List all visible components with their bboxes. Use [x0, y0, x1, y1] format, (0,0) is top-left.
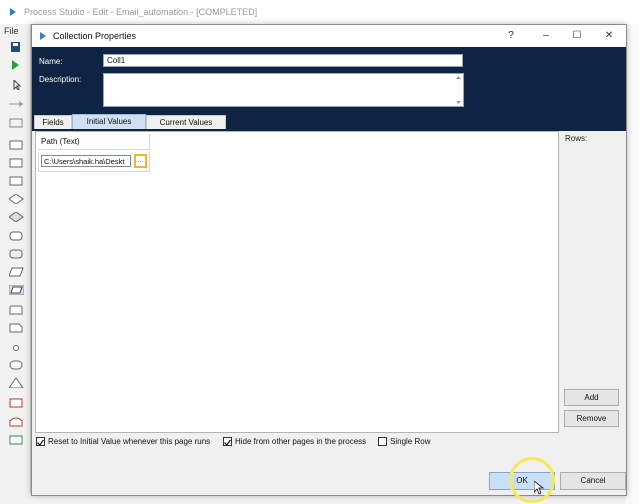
description-input[interactable] — [103, 73, 464, 107]
app-titlebar: Process Studio - Edit - Email_automation… — [0, 0, 639, 25]
blueprism-logo-icon — [10, 8, 16, 16]
dialog-title: Collection Properties — [53, 31, 137, 41]
alert-tool-icon[interactable] — [9, 378, 24, 388]
note-tool-icon[interactable] — [9, 323, 24, 333]
column-header-path[interactable]: Path (Text) — [38, 134, 150, 150]
calculation-tool-icon[interactable] — [9, 231, 24, 241]
maximize-button[interactable]: ☐ — [566, 28, 588, 44]
multi-calc-tool-icon[interactable] — [9, 249, 24, 259]
loop-tool-icon[interactable] — [9, 305, 24, 315]
app-title: Process Studio - Edit - Email_automation… — [24, 7, 258, 17]
file-menu[interactable]: File — [4, 26, 19, 36]
process-toolbox — [0, 24, 31, 504]
pointer-tool-icon[interactable] — [9, 80, 24, 90]
block-tool-icon[interactable] — [9, 118, 24, 128]
hide-from-other-pages-checkbox[interactable] — [223, 437, 232, 446]
cancel-button[interactable]: Cancel — [560, 472, 626, 490]
data-item-tool-icon[interactable] — [9, 267, 24, 277]
tab-fields[interactable]: Fields — [34, 115, 72, 129]
ok-button[interactable]: OK — [489, 472, 555, 490]
description-scrollbar[interactable] — [455, 75, 462, 105]
hide-from-other-pages-option[interactable]: Hide from other pages in the process — [223, 436, 373, 448]
tab-initial-values[interactable]: Initial Values — [72, 114, 146, 129]
description-label: Description: — [39, 75, 82, 84]
single-row-label: Single Row — [390, 437, 431, 446]
tab-current-values[interactable]: Current Values — [146, 115, 226, 129]
link-tool-icon[interactable] — [9, 99, 24, 109]
reset-initial-value-label: Reset to Initial Value whenever this pag… — [48, 437, 211, 446]
anchor-tool-icon[interactable] — [9, 343, 24, 353]
save-icon[interactable] — [9, 42, 24, 52]
single-row-option[interactable]: Single Row — [378, 436, 448, 448]
hide-from-other-pages-label: Hide from other pages in the process — [235, 437, 367, 446]
resume-tool-icon[interactable] — [9, 435, 24, 445]
recover-tool-icon[interactable] — [9, 417, 24, 427]
run-icon[interactable] — [9, 60, 24, 70]
page-tool-icon[interactable] — [9, 158, 24, 168]
exception-tool-icon[interactable] — [9, 398, 24, 408]
choice-tool-icon[interactable] — [9, 212, 24, 222]
table-row: ... — [38, 152, 150, 172]
end-tool-icon[interactable] — [9, 360, 24, 370]
decision-tool-icon[interactable] — [9, 194, 24, 204]
checkmark-icon — [224, 439, 231, 446]
action-tool-icon[interactable] — [9, 176, 24, 186]
add-row-button[interactable]: Add — [564, 389, 619, 406]
help-button[interactable]: ? — [500, 28, 522, 44]
rows-label: Rows: — [565, 134, 588, 143]
close-button[interactable]: ✕ — [598, 28, 620, 44]
path-cell-input[interactable] — [41, 155, 131, 167]
browse-ellipsis-button[interactable]: ... — [134, 154, 147, 168]
collection-tool-icon[interactable] — [9, 285, 24, 295]
single-row-checkbox[interactable] — [378, 437, 387, 446]
checkmark-icon — [37, 439, 44, 446]
minimize-button[interactable]: – — [535, 28, 557, 44]
blueprism-logo-icon — [40, 32, 46, 40]
reset-initial-value-checkbox[interactable] — [36, 437, 45, 446]
reset-initial-value-option[interactable]: Reset to Initial Value whenever this pag… — [36, 436, 226, 448]
name-input[interactable] — [103, 54, 463, 67]
remove-row-button[interactable]: Remove — [564, 410, 619, 427]
process-tool-icon[interactable] — [9, 140, 24, 150]
name-label: Name: — [39, 57, 63, 66]
dialog-titlebar[interactable]: Collection Properties ? – ☐ ✕ — [32, 25, 626, 47]
canvas-edge — [625, 24, 639, 504]
collection-properties-dialog: Collection Properties ? – ☐ ✕ Name: Desc… — [31, 24, 627, 503]
initial-values-grid: Path (Text) ... — [35, 131, 559, 433]
